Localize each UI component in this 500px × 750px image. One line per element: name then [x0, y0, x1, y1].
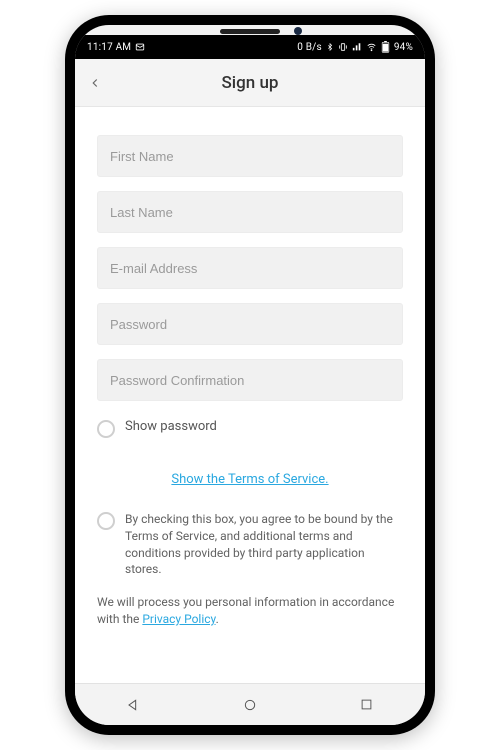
message-icon [135, 42, 145, 52]
bluetooth-icon [326, 42, 334, 52]
back-button[interactable] [75, 63, 115, 103]
nav-back-button[interactable] [113, 689, 153, 721]
privacy-suffix: . [216, 612, 219, 626]
wifi-icon [366, 42, 377, 52]
email-field[interactable] [97, 247, 403, 289]
battery-icon [381, 41, 390, 53]
tos-link-row: Show the Terms of Service. [97, 468, 403, 487]
nav-home-button[interactable] [230, 689, 270, 721]
signal-icon [352, 42, 362, 52]
app-bar: Sign up [75, 59, 425, 107]
signup-form: Show password Show the Terms of Service.… [75, 107, 425, 683]
android-nav-bar [75, 683, 425, 725]
earpiece [220, 29, 280, 34]
chevron-left-icon [88, 76, 102, 90]
triangle-back-icon [125, 697, 141, 713]
agree-checkbox[interactable] [97, 512, 115, 530]
privacy-text: We will process you personal information… [97, 594, 403, 628]
phone-frame: 11:17 AM 0 B/s [65, 15, 435, 735]
circle-home-icon [242, 697, 258, 713]
agree-row: By checking this box, you agree to be bo… [97, 511, 403, 578]
screen: 11:17 AM 0 B/s [75, 25, 425, 725]
status-bar: 11:17 AM 0 B/s [75, 35, 425, 59]
square-recent-icon [359, 697, 374, 712]
show-password-row: Show password [97, 419, 403, 438]
status-data-rate: 0 B/s [297, 42, 322, 53]
last-name-field[interactable] [97, 191, 403, 233]
show-password-checkbox[interactable] [97, 420, 115, 438]
vibrate-icon [338, 42, 348, 52]
show-password-label: Show password [125, 419, 217, 434]
terms-of-service-link[interactable]: Show the Terms of Service. [171, 472, 328, 487]
first-name-field[interactable] [97, 135, 403, 177]
page-title: Sign up [75, 73, 425, 93]
status-battery: 94% [394, 42, 413, 53]
privacy-policy-link[interactable]: Privacy Policy [142, 612, 215, 626]
status-time: 11:17 AM [87, 42, 131, 53]
nav-recent-button[interactable] [347, 689, 387, 721]
agree-text: By checking this box, you agree to be bo… [125, 511, 403, 578]
password-field[interactable] [97, 303, 403, 345]
password-confirm-field[interactable] [97, 359, 403, 401]
